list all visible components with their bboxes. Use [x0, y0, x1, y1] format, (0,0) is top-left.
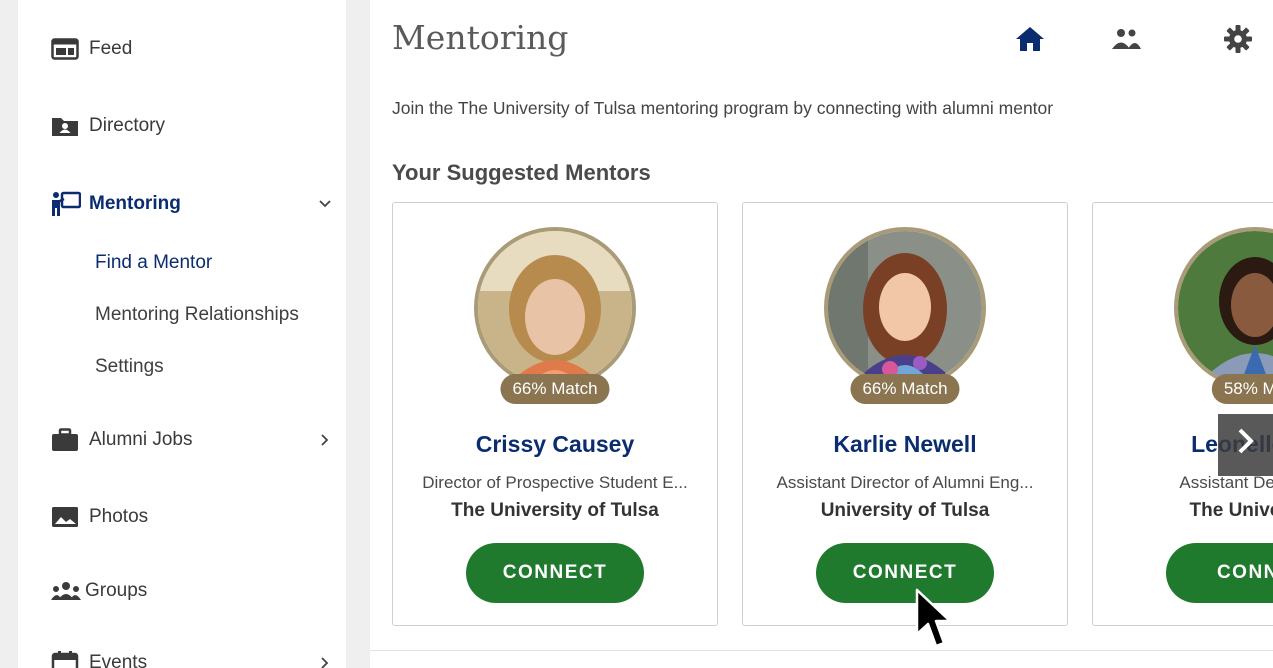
sidebar-item-events[interactable]: Events — [51, 648, 147, 668]
carousel-next-button[interactable] — [1218, 414, 1273, 476]
avatar[interactable] — [1174, 227, 1273, 389]
feed-icon — [51, 37, 81, 61]
sidebar-item-label: Alumni Jobs — [89, 429, 193, 450]
connect-button[interactable]: CONNECT — [466, 543, 644, 603]
match-badge: 58% Ma — [1211, 374, 1273, 404]
match-badge: 66% Match — [500, 374, 610, 404]
sidebar-item-label: Events — [89, 652, 148, 668]
chevron-down-icon[interactable] — [318, 197, 332, 211]
sidebar-item-label: Mentoring — [89, 193, 181, 214]
people-icon[interactable] — [1109, 22, 1143, 56]
sidebar-item-label: Feed — [89, 38, 133, 59]
sidebar-item-feed[interactable]: Feed — [51, 34, 132, 64]
sidebar-item-photos[interactable]: Photos — [51, 502, 148, 532]
left-edge-strip — [0, 0, 18, 668]
connect-button[interactable]: CONNE — [1166, 543, 1273, 603]
photos-icon — [51, 505, 81, 529]
mouse-cursor-icon — [915, 588, 951, 648]
home-icon[interactable] — [1013, 22, 1047, 56]
intro-text: Join the The University of Tulsa mentori… — [392, 98, 1054, 118]
chevron-right-icon[interactable] — [318, 656, 332, 668]
mentor-role: Assistant Dean & Di — [1179, 473, 1273, 492]
sidebar-item-label: Groups — [85, 580, 148, 601]
sidebar-item-label: Photos — [89, 506, 149, 527]
chevron-right-icon[interactable] — [318, 433, 332, 447]
gear-icon[interactable] — [1221, 22, 1255, 56]
avatar[interactable] — [824, 227, 986, 389]
mentor-card[interactable]: 66% Match Karlie Newell Assistant Direct… — [742, 202, 1068, 626]
mentor-org: The University — [1189, 500, 1273, 521]
section-title: Your Suggested Mentors — [392, 160, 651, 185]
mentor-org: The University of Tulsa — [451, 500, 659, 521]
sidebar: Feed Directory Mentoring Find a Mentor M… — [18, 0, 346, 668]
sidebar-item-alumni-jobs[interactable]: Alumni Jobs — [51, 425, 193, 455]
sidebar-subitem-find-a-mentor[interactable]: Find a Mentor — [95, 252, 212, 274]
sidebar-item-label: Directory — [89, 115, 166, 136]
section-divider — [370, 650, 1273, 651]
sidebar-subitem-settings[interactable]: Settings — [95, 356, 164, 378]
sidebar-item-mentoring[interactable]: Mentoring — [51, 189, 181, 219]
calendar-icon — [51, 651, 81, 668]
mentoring-icon — [51, 191, 81, 216]
mentor-role: Director of Prospective Student E... — [422, 473, 688, 492]
match-badge: 66% Match — [850, 374, 960, 404]
groups-icon — [51, 579, 81, 603]
mentor-role: Assistant Director of Alumni Eng... — [776, 473, 1034, 492]
main-content: Mentoring Join the The University of Tul… — [370, 0, 1273, 668]
connect-button[interactable]: CONNECT — [816, 543, 994, 603]
sidebar-item-directory[interactable]: Directory — [51, 111, 165, 141]
mentor-name[interactable]: Crissy Causey — [393, 431, 717, 458]
chevron-right-icon — [1237, 428, 1255, 462]
mentor-card[interactable]: 66% Match Crissy Causey Director of Pros… — [392, 202, 718, 626]
mentor-org: University of Tulsa — [820, 500, 990, 521]
directory-icon — [51, 114, 81, 138]
briefcase-icon — [51, 428, 81, 452]
sidebar-item-groups[interactable]: Groups — [51, 576, 147, 606]
page-title: Mentoring — [392, 18, 569, 57]
avatar[interactable] — [474, 227, 636, 389]
mentor-name[interactable]: Karlie Newell — [743, 431, 1067, 458]
sidebar-divider — [346, 0, 370, 668]
sidebar-subitem-mentoring-relationships[interactable]: Mentoring Relationships — [95, 304, 299, 326]
